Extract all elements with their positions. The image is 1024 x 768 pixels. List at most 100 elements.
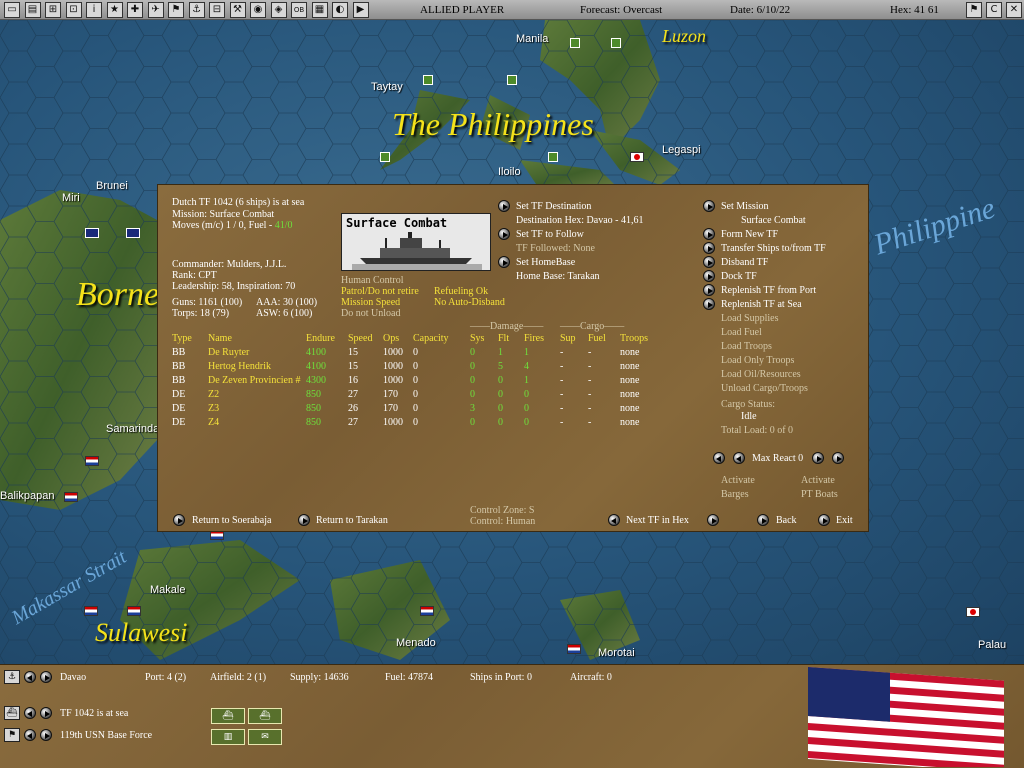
tf-commander[interactable]: Commander: Mulders, J.J.L. bbox=[172, 259, 286, 270]
activate-pt-line2[interactable]: PT Boats bbox=[801, 489, 838, 500]
column-header[interactable]: Flt bbox=[498, 333, 509, 344]
toolbar-button-5[interactable]: ★ bbox=[106, 2, 123, 18]
patrol-toggle[interactable]: Patrol/Do not retire bbox=[341, 286, 419, 297]
toolbar-button-1[interactable]: ▤ bbox=[24, 2, 41, 18]
set-destination-arrow-icon[interactable] bbox=[498, 200, 510, 212]
toolbar-right-button-1[interactable]: C bbox=[986, 2, 1002, 18]
tf-prev-icon[interactable] bbox=[24, 707, 36, 719]
back-button[interactable]: Back bbox=[776, 515, 797, 526]
mission-image[interactable]: Surface Combat bbox=[341, 213, 491, 271]
anchor-icon[interactable]: ⚓ bbox=[4, 670, 20, 684]
japan-flag-icon[interactable] bbox=[966, 607, 980, 617]
tf-convoy-button[interactable]: ⛴ bbox=[248, 708, 282, 724]
place-menado[interactable]: Menado bbox=[396, 637, 436, 649]
base-marker-icon[interactable] bbox=[570, 38, 580, 48]
tf-next-icon[interactable] bbox=[40, 707, 52, 719]
dutch-flag-icon[interactable] bbox=[127, 606, 141, 616]
return-soerabaja-arrow-icon[interactable] bbox=[173, 514, 185, 526]
next-tf-arrow-icon[interactable] bbox=[707, 514, 719, 526]
tf-action-button[interactable]: Dock TF bbox=[721, 271, 757, 282]
place-balikpapan[interactable]: Balikpapan bbox=[0, 490, 54, 502]
base-prev-icon[interactable] bbox=[24, 671, 36, 683]
react-increase-icon[interactable] bbox=[812, 452, 824, 464]
cargo-action-button[interactable]: Load Troops bbox=[721, 341, 772, 352]
tf-action-button[interactable]: Disband TF bbox=[721, 257, 768, 268]
toolbar-button-11[interactable]: ⚒ bbox=[229, 2, 246, 18]
set-mission-arrow-icon[interactable] bbox=[703, 200, 715, 212]
base-marker-icon[interactable] bbox=[423, 75, 433, 85]
exit-arrow-icon[interactable] bbox=[818, 514, 830, 526]
back-arrow-icon[interactable] bbox=[757, 514, 769, 526]
action-arrow-icon[interactable] bbox=[703, 228, 715, 240]
react-first-icon[interactable] bbox=[713, 452, 725, 464]
dutch-flag-icon[interactable] bbox=[567, 644, 581, 654]
set-follow-button[interactable]: Set TF to Follow bbox=[516, 229, 584, 240]
column-header[interactable]: Troops bbox=[620, 333, 648, 344]
action-arrow-icon[interactable] bbox=[703, 298, 715, 310]
mission-speed-toggle[interactable]: Mission Speed bbox=[341, 297, 400, 308]
activate-barges-line2[interactable]: Barges bbox=[721, 489, 749, 500]
place-taytay[interactable]: Taytay bbox=[371, 81, 403, 93]
tf-action-button[interactable]: Replenish TF from Port bbox=[721, 285, 816, 296]
toolbar-button-15[interactable]: ▦ bbox=[311, 2, 328, 18]
unload-toggle[interactable]: Do not Unload bbox=[341, 308, 400, 319]
toolbar-button-7[interactable]: ✈ bbox=[147, 2, 164, 18]
action-arrow-icon[interactable] bbox=[703, 256, 715, 268]
base-marker-icon[interactable] bbox=[548, 152, 558, 162]
toolbar-button-10[interactable]: ⊟ bbox=[209, 2, 225, 18]
ship-name-link[interactable]: Z3 bbox=[208, 403, 219, 414]
tf-line[interactable]: TF 1042 is at sea bbox=[60, 708, 128, 719]
column-header[interactable]: Name bbox=[208, 333, 232, 344]
japan-flag-icon[interactable] bbox=[630, 152, 644, 162]
set-homebase-button[interactable]: Set HomeBase bbox=[516, 257, 575, 268]
place-miri[interactable]: Miri bbox=[62, 192, 80, 204]
activate-pt-line1[interactable]: Activate bbox=[801, 475, 835, 486]
exit-button[interactable]: Exit bbox=[836, 515, 853, 526]
place-morotai[interactable]: Morotai bbox=[598, 647, 635, 659]
ship-name-link[interactable]: De Ruyter bbox=[208, 347, 249, 358]
dutch-flag-icon[interactable] bbox=[420, 606, 434, 616]
set-homebase-arrow-icon[interactable] bbox=[498, 256, 510, 268]
toolbar-button-12[interactable]: ◉ bbox=[250, 2, 266, 18]
return-soerabaja-button[interactable]: Return to Soerabaja bbox=[192, 515, 271, 526]
ship-name-link[interactable]: De Zeven Provincien # bbox=[208, 375, 300, 386]
place-samarinda[interactable]: Samarinda bbox=[106, 423, 159, 435]
place-iloilo[interactable]: Iloilo bbox=[498, 166, 521, 178]
dutch-flag-icon[interactable] bbox=[64, 492, 78, 502]
dutch-flag-icon[interactable] bbox=[84, 606, 98, 616]
column-header[interactable]: Ops bbox=[383, 333, 399, 344]
dutch-flag-icon[interactable] bbox=[85, 456, 99, 466]
toolbar-button-8[interactable]: ⚑ bbox=[168, 2, 184, 18]
column-header[interactable]: Type bbox=[172, 333, 192, 344]
uk-flag-icon[interactable] bbox=[85, 228, 99, 238]
ship-icon[interactable]: ⛴ bbox=[4, 706, 20, 720]
prev-tf-arrow-icon[interactable] bbox=[608, 514, 620, 526]
unit-prev-icon[interactable] bbox=[24, 729, 36, 741]
toolbar-button-13[interactable]: ◈ bbox=[270, 2, 287, 18]
auto-disband-toggle[interactable]: No Auto-Disband bbox=[434, 297, 505, 308]
return-tarakan-arrow-icon[interactable] bbox=[298, 514, 310, 526]
toolbar-button-2[interactable]: ⊞ bbox=[45, 2, 61, 18]
flag-icon[interactable]: ⚑ bbox=[4, 728, 20, 742]
cargo-action-button[interactable]: Load Only Troops bbox=[721, 355, 794, 366]
tf-action-button[interactable]: Replenish TF at Sea bbox=[721, 299, 802, 310]
activate-barges-line1[interactable]: Activate bbox=[721, 475, 755, 486]
column-header[interactable]: Capacity bbox=[413, 333, 449, 344]
toolbar-right-button-2[interactable]: ✕ bbox=[1006, 2, 1022, 18]
place-brunei[interactable]: Brunei bbox=[96, 180, 128, 192]
column-header[interactable]: Sup bbox=[560, 333, 576, 344]
action-arrow-icon[interactable] bbox=[703, 242, 715, 254]
toolbar-button-3[interactable]: ⊡ bbox=[65, 2, 82, 18]
toolbar-button-0[interactable]: ▭ bbox=[4, 2, 20, 18]
base-marker-icon[interactable] bbox=[380, 152, 390, 162]
cargo-action-button[interactable]: Load Fuel bbox=[721, 327, 762, 338]
toolbar-button-9[interactable]: ⚓ bbox=[188, 2, 205, 18]
place-makale[interactable]: Makale bbox=[150, 584, 185, 596]
base-marker-icon[interactable] bbox=[507, 75, 517, 85]
base-name[interactable]: Davao bbox=[60, 672, 86, 683]
action-arrow-icon[interactable] bbox=[703, 270, 715, 282]
unit-line[interactable]: 119th USN Base Force bbox=[60, 730, 152, 741]
toolbar-button-16[interactable]: ◐ bbox=[332, 2, 348, 18]
react-decrease-icon[interactable] bbox=[733, 452, 745, 464]
unit-next-icon[interactable] bbox=[40, 729, 52, 741]
